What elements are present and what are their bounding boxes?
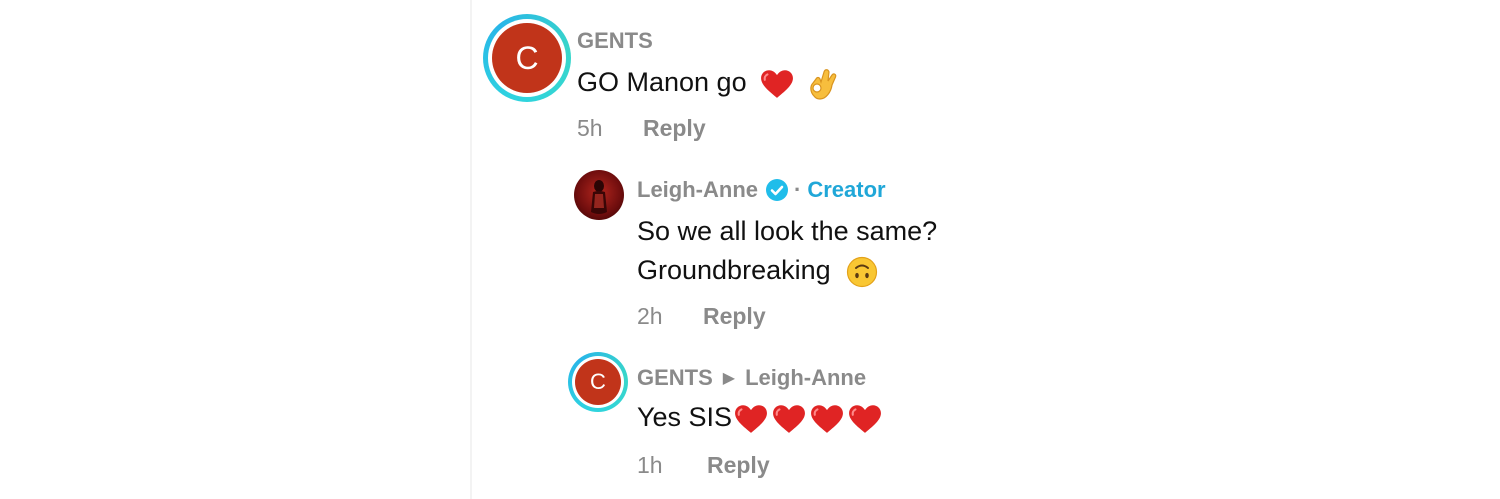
- avatar[interactable]: C: [568, 352, 628, 412]
- upside-down-face-emoji: [847, 256, 878, 287]
- verified-badge-icon: [766, 179, 788, 201]
- avatar[interactable]: [574, 170, 624, 220]
- ok-hand-emoji: [809, 69, 836, 100]
- comment-username[interactable]: GENTS: [577, 28, 653, 54]
- heart-emoji: [761, 70, 794, 98]
- avatar-letter: C: [492, 23, 562, 93]
- comment-username[interactable]: Leigh-Anne: [637, 177, 758, 203]
- reply-to-username[interactable]: Leigh-Anne: [745, 365, 866, 391]
- comment-text-line-2: Groundbreaking: [637, 255, 831, 285]
- avatar-letter: C: [575, 359, 621, 405]
- comment-text-row: Yes SIS: [637, 402, 882, 434]
- comment-text: Yes SIS: [637, 402, 733, 432]
- separator-dot: ·: [794, 177, 802, 202]
- reply-button[interactable]: Reply: [707, 452, 770, 478]
- reply-button[interactable]: Reply: [643, 115, 706, 141]
- comment-time: 2h: [637, 303, 663, 329]
- comment-text: GO Manon go: [577, 67, 747, 98]
- heart-emoji: [773, 405, 806, 433]
- comment-text-line-1: So we all look the same?: [637, 216, 938, 246]
- comment-username-row: Leigh-Anne · Creator: [637, 177, 886, 203]
- left-divider: [470, 0, 472, 499]
- avatar[interactable]: C: [483, 14, 571, 102]
- comment-username-row: GENTS ▶ Leigh-Anne: [637, 365, 866, 391]
- reply-button[interactable]: Reply: [703, 303, 766, 329]
- comment-username[interactable]: GENTS: [637, 365, 713, 391]
- comment-meta: 2h Reply: [637, 303, 766, 330]
- comment-text-row: GO Manon go: [577, 66, 840, 102]
- creator-label: Creator: [807, 177, 886, 202]
- heart-emoji: [849, 405, 882, 433]
- comment-meta: 5h Reply: [577, 115, 706, 142]
- comment-meta: 1h Reply: [637, 452, 770, 479]
- heart-emoji: [735, 405, 768, 433]
- avatar-photo: [591, 180, 607, 214]
- comment-text-row: Groundbreaking: [637, 255, 878, 288]
- heart-emoji: [811, 405, 844, 433]
- comment-time: 5h: [577, 115, 603, 141]
- reply-arrow-icon: ▶: [722, 370, 736, 387]
- comment-time: 1h: [637, 452, 663, 478]
